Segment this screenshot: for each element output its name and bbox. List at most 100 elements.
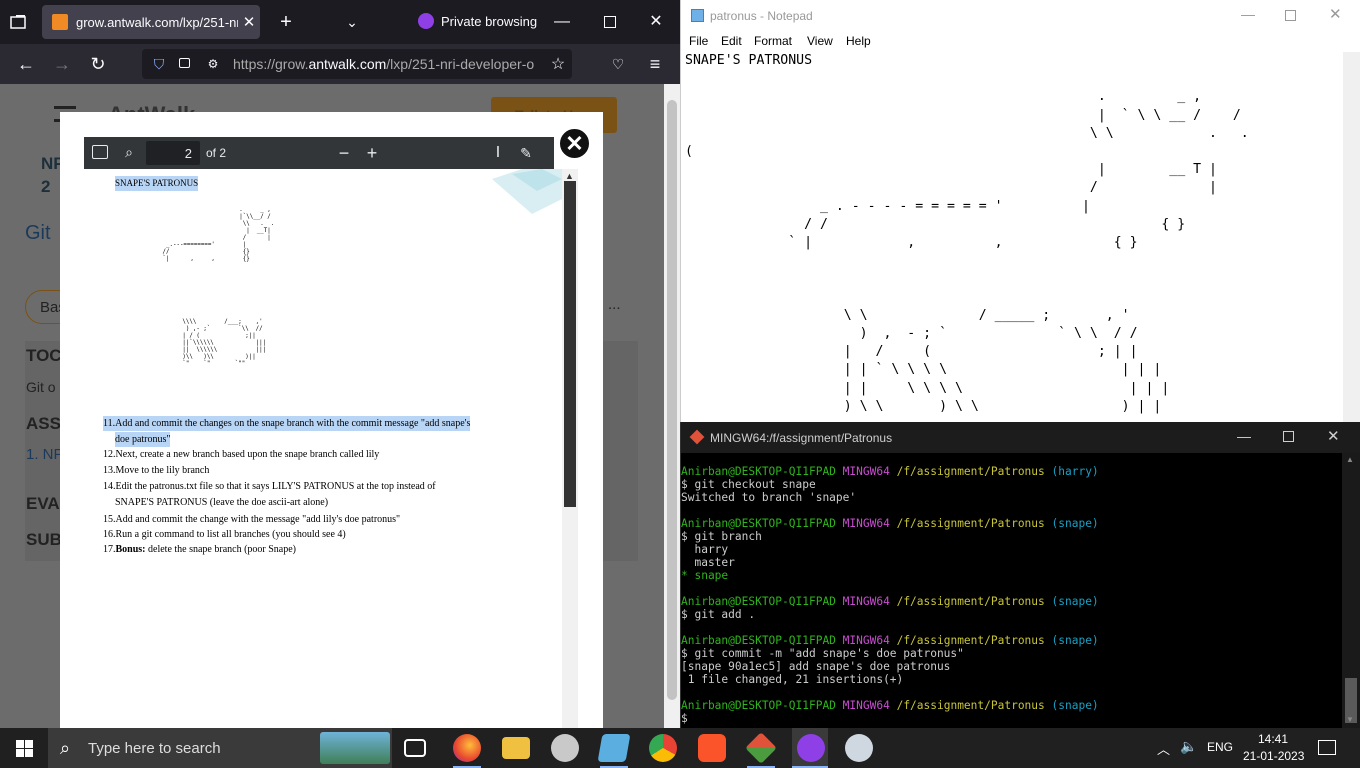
maximize-button[interactable] [1283,431,1294,442]
notepad-app-icon[interactable] [597,734,631,762]
zoom-in-icon[interactable]: + [362,143,382,163]
step-17: 17.Bonus: delete the snape branch (poor … [103,542,296,557]
pdf-toolbar: ⌕ 2 of 2 − + I ✎ [84,137,554,169]
doe-ascii-art-1: . _ , |`\\__/ / \\ . . | __T| / | _.---=… [162,207,275,262]
page-number-input[interactable]: 2 [146,141,200,165]
scrollbar-thumb[interactable] [667,100,677,700]
tray-chevron-icon[interactable]: ︿ [1157,739,1170,758]
step-15: 15.Add and commit the change with the me… [103,514,401,525]
terminal-output-line: $ [681,712,695,725]
notepad-menu: File Edit Format View Help [681,31,1360,51]
close-button[interactable]: ✕ [1329,5,1342,23]
file-explorer-icon[interactable] [502,737,530,759]
snipping-tool-icon[interactable] [845,734,873,762]
step-14-cont: SNAPE'S PATRONUS (leave the doe ascii-ar… [115,497,329,508]
menu-help[interactable]: Help [846,34,871,48]
terminal-output-line: $ git add . [681,608,756,621]
pen-icon[interactable]: ✎ [516,143,536,163]
pdf-heading: SNAPE'S PATRONUS [115,176,199,191]
back-icon[interactable]: ← [14,52,38,76]
language-indicator[interactable]: ENG [1207,740,1233,754]
permissions-icon[interactable]: ⚙ [204,55,222,73]
close-window-button[interactable]: ✕ [646,11,666,31]
pdf-scrollbar[interactable]: ▲ [562,169,578,728]
search-icon[interactable]: ⌕ [120,143,138,161]
notepad-scrollbar[interactable] [1343,52,1360,422]
url-bar[interactable]: ⛉ ⚙ https://grow.antwalk.com/lxp/251-nri… [142,49,572,79]
menu-edit[interactable]: Edit [721,34,742,48]
menu-format[interactable]: Format [754,34,792,48]
page-scrollbar[interactable] [664,84,680,728]
chevron-down-icon[interactable]: ⌄ [340,10,364,34]
bg-sub: SUB [26,530,62,549]
paint-icon[interactable] [551,734,579,762]
notepad-editor[interactable]: SNAPE'S PATRONUS . _ , | ` \ \ __ / / \ … [685,52,1341,420]
brave-icon[interactable] [698,734,726,762]
lock-icon[interactable] [179,58,190,68]
minimize-button[interactable]: — [1237,428,1251,444]
terminal-titlebar: MINGW64:/f/assignment/Patronus — ✕ [681,422,1360,453]
terminal-scrollbar[interactable]: ▲ ▼ [1342,453,1360,728]
private-mask-icon [418,13,434,29]
pdf-scroll-thumb[interactable] [564,181,576,507]
sidebar-toggle-icon[interactable] [92,145,108,159]
bookmark-star-icon[interactable]: ☆ [548,54,568,74]
menu-icon[interactable]: ≡ [643,52,667,76]
maximize-button[interactable] [1285,10,1296,21]
tab-list-icon[interactable] [8,12,28,32]
notification-icon[interactable] [1318,740,1336,755]
forward-icon[interactable]: → [50,52,74,76]
git-bash-taskbar-icon[interactable] [745,732,777,764]
terminal-prompt-line: Anirban@DESKTOP-QI1FPAD MINGW64 /f/assig… [681,699,1099,712]
bg-more-dots[interactable]: ... [608,296,621,313]
terminal-lines: Anirban@DESKTOP-QI1FPAD MINGW64 /f/assig… [681,465,1341,725]
shield-icon[interactable]: ⛉ [150,55,168,73]
terminal-output[interactable]: Anirban@DESKTOP-QI1FPAD MINGW64 /f/assig… [681,465,1341,727]
bonus-label: Bonus: [115,544,146,555]
pocket-icon[interactable]: ♡ [606,52,630,76]
terminal-output-line: $ git branch [681,530,762,543]
pdf-page: SNAPE'S PATRONUS . _ , |`\\__/ / \\ . . … [84,169,562,728]
browser-tab[interactable]: grow.antwalk.com/lxp/251-nri- ✕ [42,5,260,39]
minimize-button[interactable]: — [1241,6,1255,22]
scroll-up-icon[interactable]: ▲ [1346,455,1354,464]
chrome-icon[interactable] [649,734,677,762]
volume-icon[interactable]: 🔈 [1180,738,1197,755]
new-tab-button[interactable]: + [274,10,298,34]
private-browsing-icon[interactable] [797,734,825,762]
clock-time[interactable]: 14:41 [1258,732,1288,746]
minimize-button[interactable]: — [552,12,572,32]
terminal-output-line: master [681,556,735,569]
close-modal-button[interactable]: ✕ [558,127,591,160]
text-select-icon[interactable]: I [488,143,508,163]
terminal-prompt-line: Anirban@DESKTOP-QI1FPAD MINGW64 /f/assig… [681,595,1099,608]
scroll-down-icon[interactable]: ▼ [1346,715,1354,724]
url-path: /lxp/251-nri-developer-o [386,56,535,72]
menu-view[interactable]: View [807,34,833,48]
notepad-titlebar: patronus - Notepad — ✕ [681,0,1360,31]
maximize-button[interactable] [604,16,616,28]
close-button[interactable]: ✕ [1327,427,1340,445]
notepad-content[interactable]: SNAPE'S PATRONUS . _ , | ` \ \ __ / / \ … [685,52,1341,416]
scroll-up-icon[interactable]: ▲ [565,171,574,181]
menu-file[interactable]: File [689,34,708,48]
step-13: 13.Move to the lily branch [103,465,210,476]
clock-date[interactable]: 21-01-2023 [1243,749,1304,763]
bg-toc: TOC [26,346,62,365]
step-12: 12.Next, create a new branch based upon … [103,449,380,460]
git-bash-icon [689,429,705,445]
terminal-prompt-line: Anirban@DESKTOP-QI1FPAD MINGW64 /f/assig… [681,634,1099,647]
taskbar-search[interactable]: ⌕ Type here to search [48,728,392,768]
firefox-icon[interactable] [453,734,481,762]
reload-icon[interactable]: ↻ [86,52,110,76]
bg-np-link[interactable]: 1. NP [26,446,64,463]
close-tab-icon[interactable]: ✕ [238,13,260,31]
windows-start-icon[interactable] [16,740,33,757]
zoom-out-icon[interactable]: − [334,143,354,163]
search-highlight-image [320,732,390,764]
task-view-icon[interactable] [404,739,426,757]
url-text[interactable]: https://grow.antwalk.com/lxp/251-nri-dev… [233,56,538,72]
search-icon: ⌕ [60,738,71,758]
